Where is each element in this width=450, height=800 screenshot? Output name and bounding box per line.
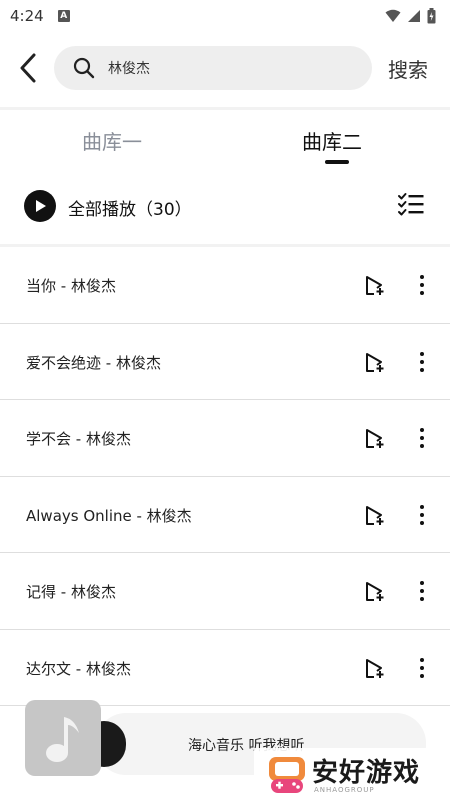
- song-title: Always Online - 林俊杰: [26, 506, 192, 525]
- more-options-icon[interactable]: [412, 273, 432, 297]
- gamepad-logo-icon: [269, 757, 305, 793]
- more-options-icon[interactable]: [412, 579, 432, 603]
- play-all-row: 全部播放（30）: [0, 182, 450, 230]
- song-title: 当你 - 林俊杰: [26, 277, 116, 295]
- multi-select-button[interactable]: [396, 192, 428, 220]
- more-options-icon[interactable]: [412, 426, 432, 450]
- notification-icon: A: [57, 10, 70, 22]
- watermark: 安好游戏 ANHAOGROUP: [254, 748, 450, 800]
- search-query: 林俊杰: [108, 61, 150, 77]
- add-to-playlist-icon[interactable]: [362, 273, 386, 297]
- add-to-playlist-icon[interactable]: [362, 426, 386, 450]
- tab-library-2[interactable]: 曲库二: [302, 126, 362, 155]
- song-row[interactable]: 爱不会绝迹 - 林俊杰: [0, 324, 450, 400]
- chevron-left-icon: [20, 53, 36, 83]
- song-list: 当你 - 林俊杰 爱不会绝迹 - 林俊杰 学不会 - 林俊杰 Always On…: [0, 247, 450, 706]
- add-to-playlist-icon[interactable]: [362, 503, 386, 527]
- song-title: 记得 - 林俊杰: [26, 583, 116, 601]
- album-cover[interactable]: [25, 700, 101, 776]
- back-button[interactable]: [12, 50, 44, 86]
- active-tab-indicator: [325, 160, 349, 164]
- search-input[interactable]: 林俊杰: [54, 46, 372, 90]
- play-all-label[interactable]: 全部播放（30）: [68, 195, 192, 220]
- song-title: 学不会 - 林俊杰: [26, 430, 131, 448]
- add-to-playlist-icon[interactable]: [362, 656, 386, 680]
- checklist-icon: [398, 193, 424, 216]
- battery-icon: [427, 8, 436, 24]
- add-to-playlist-icon[interactable]: [362, 350, 386, 374]
- status-icons: [385, 8, 436, 24]
- song-row[interactable]: 达尔文 - 林俊杰: [0, 630, 450, 706]
- song-row[interactable]: 当你 - 林俊杰: [0, 247, 450, 324]
- watermark-text: 安好游戏: [312, 758, 421, 788]
- play-all-button[interactable]: [24, 190, 56, 222]
- status-time: 4:24: [10, 7, 44, 25]
- song-row[interactable]: 记得 - 林俊杰: [0, 553, 450, 630]
- library-tabs: 曲库一 曲库二: [0, 110, 450, 170]
- more-options-icon[interactable]: [412, 350, 432, 374]
- signal-icon: [408, 10, 420, 22]
- search-header: 林俊杰 搜索: [0, 32, 450, 106]
- song-title: 爱不会绝迹 - 林俊杰: [26, 353, 161, 372]
- add-to-playlist-icon[interactable]: [362, 579, 386, 603]
- tab-library-1[interactable]: 曲库一: [82, 126, 142, 155]
- wifi-icon: [385, 9, 401, 22]
- more-options-icon[interactable]: [412, 503, 432, 527]
- song-row[interactable]: 学不会 - 林俊杰: [0, 400, 450, 477]
- music-note-icon: [46, 717, 79, 762]
- status-bar: 4:24 A: [0, 0, 450, 32]
- song-title: 达尔文 - 林俊杰: [26, 659, 131, 678]
- search-icon: [72, 56, 96, 80]
- play-icon: [36, 200, 46, 212]
- song-row[interactable]: Always Online - 林俊杰: [0, 477, 450, 553]
- search-button[interactable]: 搜索: [388, 54, 428, 83]
- more-options-icon[interactable]: [412, 656, 432, 680]
- watermark-subtext: ANHAOGROUP: [314, 786, 375, 794]
